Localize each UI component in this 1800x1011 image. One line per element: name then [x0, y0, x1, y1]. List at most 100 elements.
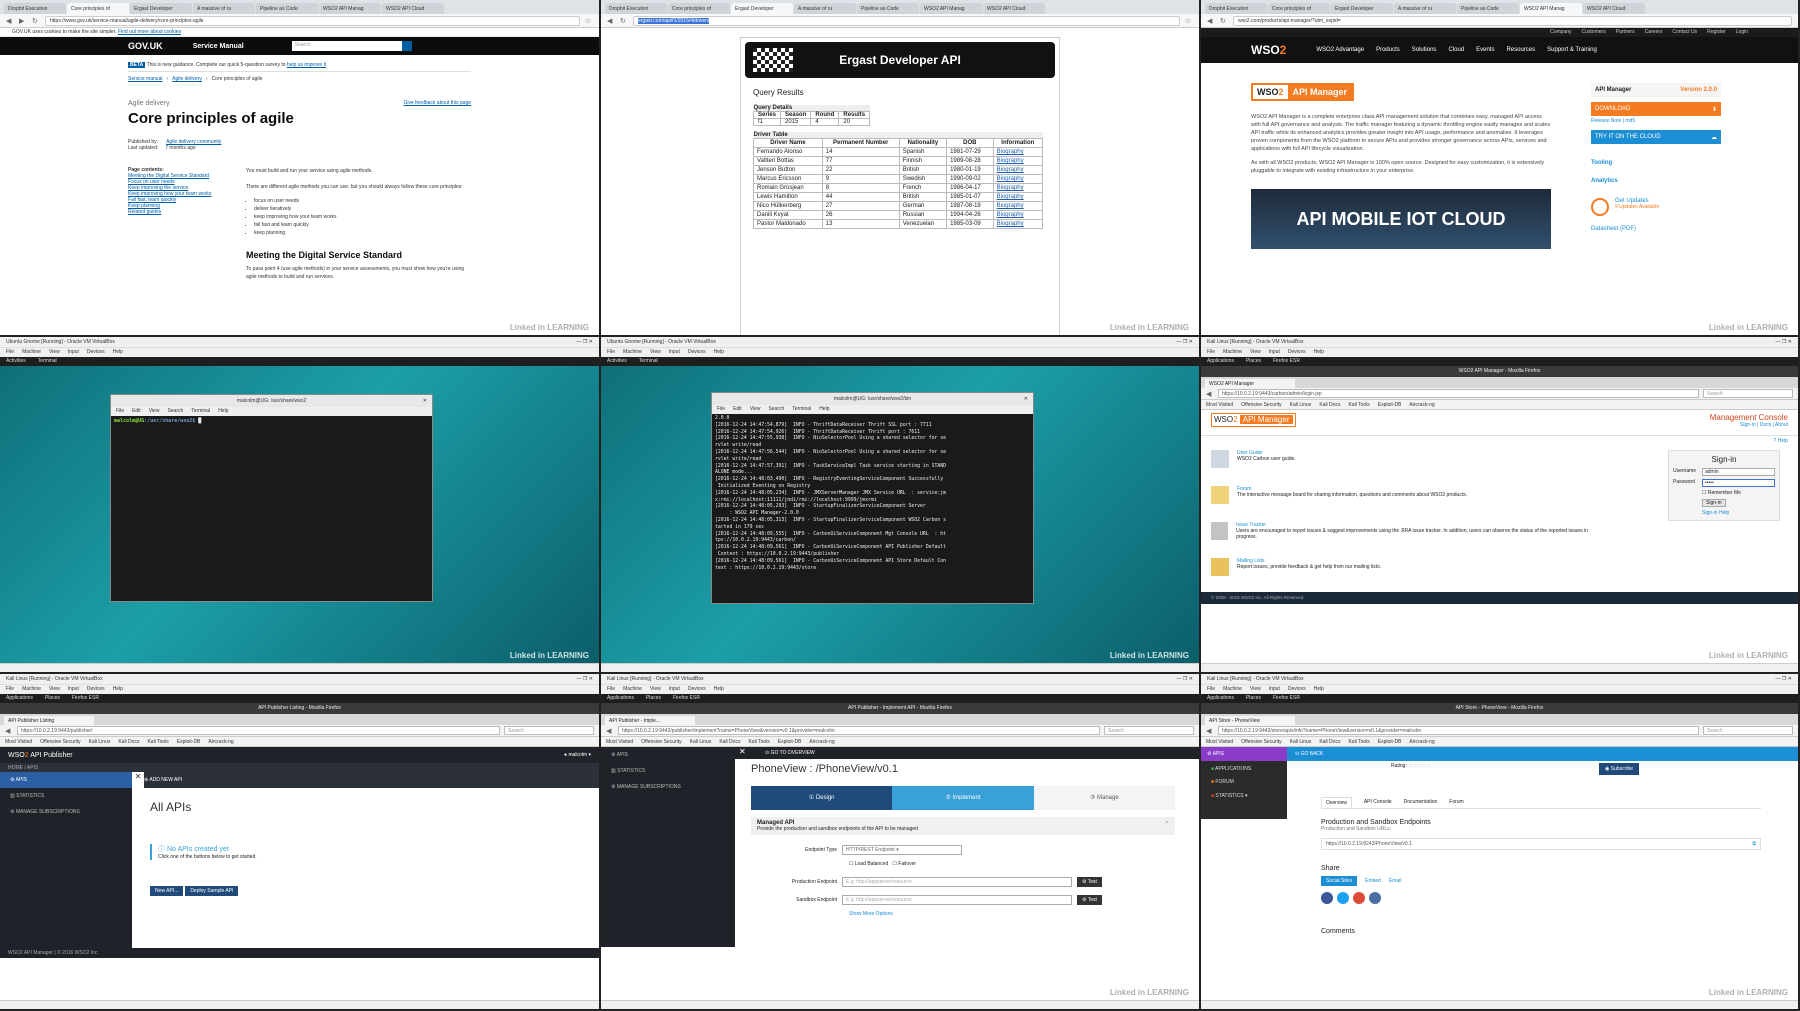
deploy-sample-button[interactable]: Deploy Sample API — [185, 886, 239, 896]
menu-item[interactable]: Devices — [688, 686, 706, 693]
app-menu[interactable]: Terminal — [639, 358, 658, 365]
applications-menu[interactable]: Applications — [1207, 358, 1234, 365]
try-cloud-button[interactable]: TRY IT ON THE CLOUD ☁ — [1591, 130, 1721, 144]
facebook-icon[interactable] — [1321, 892, 1333, 904]
service-manual-link[interactable]: Service Manual — [193, 43, 244, 50]
sidebar-item-subscriptions[interactable]: ⚙ MANAGE SUBSCRIPTIONS — [601, 779, 735, 795]
back-icon[interactable]: ◀ — [1206, 390, 1214, 398]
applications-menu[interactable]: Applications — [6, 695, 33, 702]
applications-menu[interactable]: Applications — [1207, 695, 1234, 702]
star-icon[interactable]: ☆ — [585, 17, 593, 25]
bookmark[interactable]: Most Visited — [1206, 402, 1233, 408]
places-menu[interactable]: Places — [646, 695, 661, 702]
menu-item[interactable]: File — [116, 408, 124, 415]
search-input[interactable]: Search — [1703, 389, 1793, 398]
bookmark[interactable]: Kali Linux — [1290, 402, 1312, 408]
contents-link[interactable]: Related guides — [128, 209, 228, 215]
twitter-icon[interactable] — [1337, 892, 1349, 904]
top-link[interactable]: Partners — [1616, 29, 1635, 37]
bookmark[interactable]: Kali Docs — [1319, 739, 1340, 745]
step-implement[interactable]: ② Implement — [892, 786, 1034, 810]
nav-item[interactable]: Cloud — [1448, 47, 1464, 53]
menu-item[interactable]: File — [6, 349, 14, 356]
biography-link[interactable]: Biography — [992, 210, 1044, 220]
url-input[interactable]: https://10.0.2.19:9443/publisher/impleme… — [618, 726, 1100, 735]
menu-item[interactable]: View — [1250, 686, 1261, 693]
firefox-menu[interactable]: Firefox ESR — [1273, 695, 1300, 702]
places-menu[interactable]: Places — [1246, 358, 1261, 365]
bookmark[interactable]: Kali Linux — [1290, 739, 1312, 745]
bookmark[interactable]: Offensive Security — [40, 739, 80, 745]
browser-tab[interactable]: A massive of ru — [193, 3, 255, 14]
download-button[interactable]: DOWNLOAD ⬇ — [1591, 102, 1721, 116]
menu-item[interactable]: Machine — [623, 349, 642, 356]
back-icon[interactable]: ◀ — [1207, 17, 1215, 25]
bookmark[interactable]: Kali Tools — [1348, 402, 1369, 408]
search-icon[interactable] — [401, 41, 412, 51]
biography-link[interactable]: Biography — [992, 183, 1044, 193]
bookmark[interactable]: Most Visited — [606, 739, 633, 745]
biography-link[interactable]: Biography — [992, 192, 1044, 202]
browser-tab-active[interactable]: Ergast Developer — [731, 3, 793, 14]
show-more-options-link[interactable]: Show More Options — [849, 911, 1175, 917]
bookmark[interactable]: Offensive Security — [1241, 402, 1281, 408]
digg-icon[interactable] — [1369, 892, 1381, 904]
help-link[interactable]: ? Help — [1774, 438, 1788, 444]
menu-item[interactable]: File — [607, 349, 615, 356]
places-menu[interactable]: Places — [1246, 695, 1261, 702]
menu-item[interactable]: Search — [768, 406, 784, 413]
top-link[interactable]: Careers — [1645, 29, 1663, 37]
menu-item[interactable]: View — [650, 686, 661, 693]
menu-item[interactable]: Edit — [132, 408, 141, 415]
bookmark[interactable]: Most Visited — [1206, 739, 1233, 745]
cookie-link[interactable]: Find out more about cookies — [118, 29, 181, 35]
menu-item[interactable]: View — [149, 408, 160, 415]
subscribe-button[interactable]: ◉ Subscribe — [1599, 763, 1639, 775]
biography-link[interactable]: Biography — [992, 165, 1044, 175]
bookmark[interactable]: Aircrack-ng — [1409, 739, 1434, 745]
firefox-menu[interactable]: Firefox ESR — [673, 695, 700, 702]
md5-link[interactable]: md5 — [1625, 118, 1635, 124]
menu-item[interactable]: Input — [68, 349, 79, 356]
menu-item[interactable]: Devices — [688, 349, 706, 356]
store-nav-apis[interactable]: ⚙ APIS — [1201, 747, 1287, 761]
menu-item[interactable]: File — [1207, 686, 1215, 693]
tab-forum[interactable]: Forum — [1449, 797, 1463, 808]
menu-item[interactable]: Help — [1314, 349, 1324, 356]
bookmark[interactable]: Kali Docs — [719, 739, 740, 745]
star-icon[interactable]: ☆ — [1185, 17, 1193, 25]
analytics-link[interactable]: Analytics — [1591, 178, 1721, 184]
breadcrumb-item[interactable]: Service manual — [128, 76, 162, 82]
top-link[interactable]: Customers — [1582, 29, 1606, 37]
biography-link[interactable]: Biography — [992, 147, 1044, 157]
test-production-button[interactable]: ⚙ Test — [1077, 877, 1102, 887]
bookmark[interactable]: Kali Tools — [748, 739, 769, 745]
firefox-menu[interactable]: Firefox ESR — [1273, 358, 1300, 365]
menu-item[interactable]: Help — [714, 686, 724, 693]
endpoint-url-field[interactable]: https://10.0.2.19:8243/PhoneView/v0.1 ⧉ — [1321, 838, 1761, 850]
browser-tab[interactable]: WSO2 API Manag — [319, 3, 381, 14]
top-link[interactable]: Register — [1707, 29, 1726, 37]
tab-overview[interactable]: Overview — [1321, 797, 1352, 808]
production-endpoint-input[interactable]: E.g: http://appserver/resource — [842, 877, 1072, 887]
browser-tab[interactable]: Pipeline as Code — [1457, 3, 1519, 14]
browser-tab[interactable]: A massive of ru — [794, 3, 856, 14]
nav-item[interactable]: Support & Training — [1547, 47, 1597, 53]
back-icon[interactable]: ◀ — [1206, 727, 1214, 735]
close-sidebar-icon[interactable]: ✕ — [739, 747, 746, 756]
url-input[interactable]: https://10.0.2.19:9443/carbon/admin/logi… — [1218, 389, 1699, 398]
menu-item[interactable]: Help — [218, 408, 228, 415]
menu-item[interactable]: Machine — [22, 686, 41, 693]
browser-tab[interactable]: Ergast Developer — [130, 3, 192, 14]
remember-checkbox[interactable]: ☐ — [1702, 490, 1706, 496]
menu-item[interactable]: Terminal — [792, 406, 811, 413]
browser-tab-active[interactable]: API Publisher Listing — [4, 716, 94, 725]
reload-icon[interactable]: ↻ — [620, 17, 628, 25]
menu-item[interactable]: Devices — [87, 349, 105, 356]
menu-item[interactable]: View — [750, 406, 761, 413]
bookmark[interactable]: Most Visited — [5, 739, 32, 745]
bookmark[interactable]: Kali Linux — [89, 739, 111, 745]
user-menu[interactable]: ● malcolm ▾ — [564, 752, 591, 758]
menu-item[interactable]: Devices — [1288, 349, 1306, 356]
back-icon[interactable]: ◀ — [6, 17, 14, 25]
